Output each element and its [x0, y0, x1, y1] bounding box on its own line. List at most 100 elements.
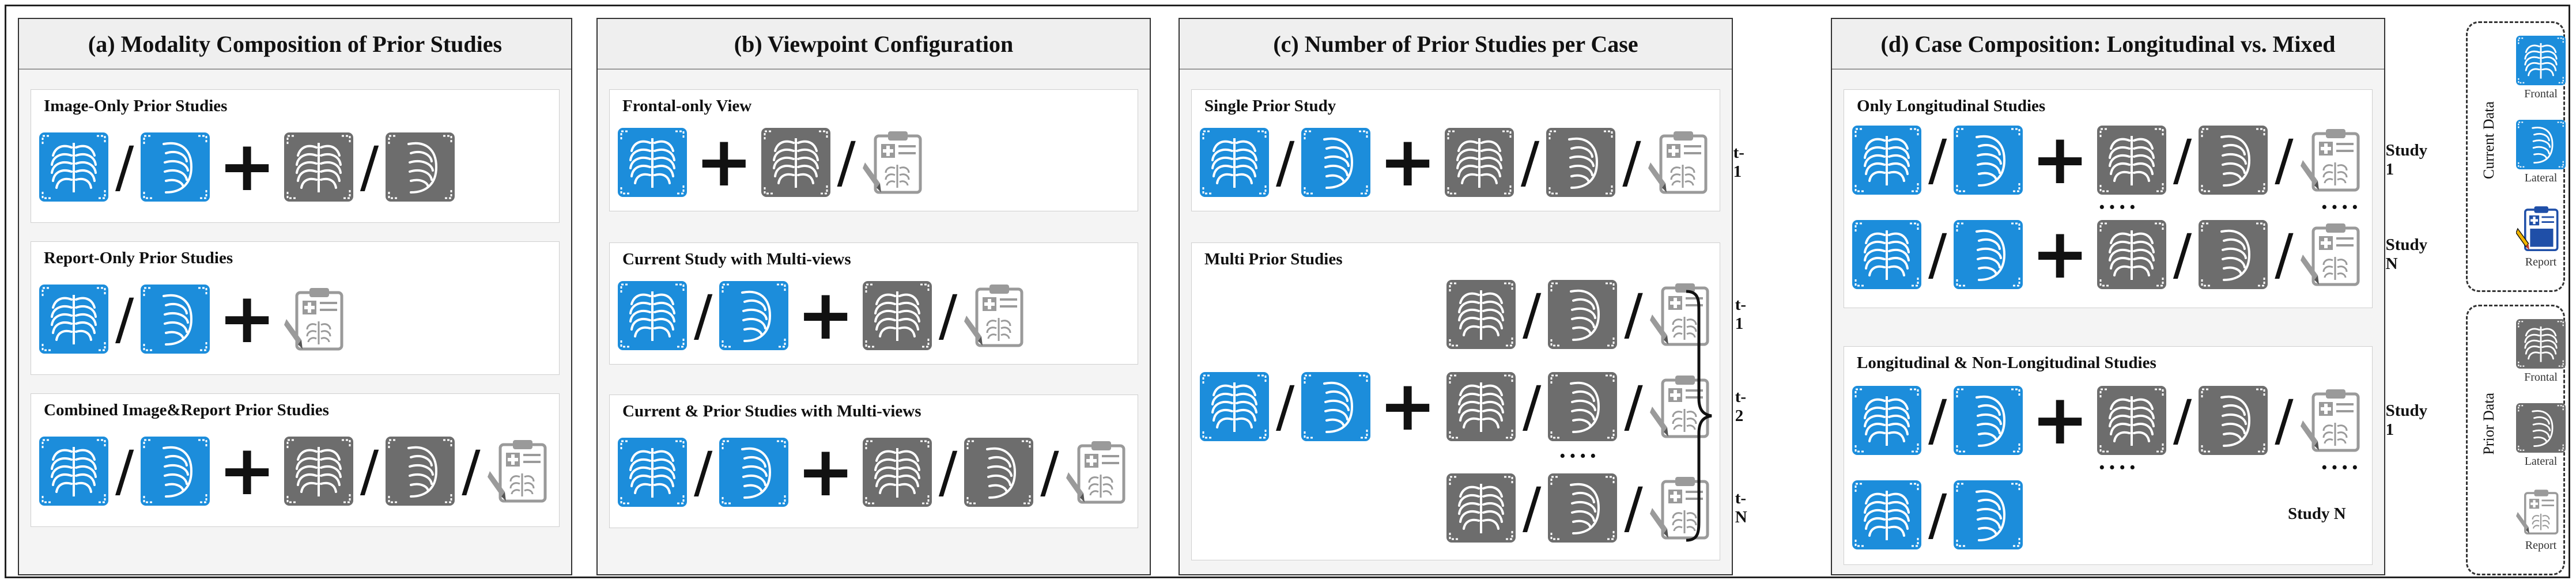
box-title: Current Study with Multi-views: [622, 250, 851, 268]
slash-symbol: /: [694, 440, 713, 505]
legend-caption: Report: [2525, 256, 2557, 268]
prior-frontal-xray-icon: [761, 128, 830, 197]
timepoint-label: t-1: [1735, 295, 1747, 333]
current-lateral-xray-icon: [141, 437, 210, 506]
slash-symbol: /: [837, 130, 856, 195]
prior-frontal-xray-icon: [1446, 473, 1516, 543]
current-frontal-xray-icon: [1852, 220, 1921, 289]
prior-lateral-xray-icon: [964, 438, 1034, 507]
current-lateral-xray-icon: [141, 132, 210, 202]
ellipsis: ····: [2320, 193, 2361, 221]
current-frontal-xray-icon: [618, 281, 687, 350]
slash-symbol: /: [1520, 130, 1540, 195]
box-title: Single Prior Study: [1204, 97, 1336, 115]
slash-symbol: /: [1276, 374, 1295, 439]
slash-symbol: /: [2173, 388, 2192, 453]
current-data-legend: Current Data Frontal Lateral Report: [2466, 21, 2566, 292]
current-frontal-xray-icon: [1200, 128, 1269, 197]
slash-symbol: /: [938, 440, 958, 505]
slash-symbol: /: [1622, 130, 1641, 195]
current-frontal-xray-icon: [618, 128, 687, 197]
prior-lateral-xray-icon: [2199, 126, 2268, 195]
prior-lateral-xray-icon: [2199, 220, 2268, 289]
ellipsis: ····: [2098, 453, 2139, 481]
legend-lateral-xray-icon: [2516, 403, 2566, 453]
slash-symbol: /: [2275, 388, 2294, 453]
multi-prior-box: Multi Prior Studies / + / / t-1 / / t-2 …: [1191, 242, 1747, 560]
current-frontal-xray-icon: [1852, 480, 1921, 549]
legend-frontal-xray-icon: [2516, 36, 2566, 85]
current-frontal-xray-icon: [1852, 126, 1921, 195]
prior-frontal-xray-icon: [862, 281, 932, 350]
report-only-box: Report-Only Prior Studies / +: [31, 241, 560, 375]
current-multiview-box: Current Study with Multi-views / + /: [609, 242, 1138, 365]
prior-report-clipboard-icon: [1066, 438, 1135, 507]
box-title: Image-Only Prior Studies: [44, 97, 228, 115]
plus-symbol: +: [796, 432, 855, 512]
current-lateral-xray-icon: [719, 438, 789, 507]
slash-symbol: /: [1928, 222, 1947, 287]
plus-symbol: +: [2031, 380, 2089, 460]
current-frontal-xray-icon: [1852, 386, 1921, 455]
prior-frontal-xray-icon: [2097, 126, 2166, 195]
legend-lateral-xray-icon: [2516, 120, 2566, 169]
prior-report-clipboard-icon: [1648, 128, 1717, 197]
legend-caption: Lateral: [2524, 455, 2558, 468]
slash-symbol: /: [1624, 374, 1643, 439]
figure-frame: (a) Modality Composition of Prior Studie…: [5, 5, 2570, 578]
slash-symbol: /: [2275, 222, 2294, 287]
study-label: Study 1: [2385, 141, 2428, 179]
current-lateral-xray-icon: [1954, 220, 2023, 289]
current-lateral-xray-icon: [1301, 372, 1371, 441]
legend-report-icon: [2515, 487, 2566, 537]
longitudinal-and-non-longitudinal-box: Longitudinal & Non-Longitudinal Studies …: [1844, 346, 2427, 565]
legend-title: Current Data: [2480, 101, 2497, 180]
prior-report-clipboard-icon: [2301, 386, 2370, 455]
single-prior-box: Single Prior Study / + / / t-1: [1191, 89, 1744, 211]
plus-symbol: +: [218, 431, 276, 511]
current-frontal-xray-icon: [618, 438, 687, 507]
prior-report-clipboard-icon: [488, 437, 557, 506]
frontal-only-box: Frontal-only View + /: [609, 89, 1138, 211]
prior-report-clipboard-icon: [284, 285, 353, 354]
legend-caption: Frontal: [2524, 371, 2558, 384]
prior-frontal-xray-icon: [284, 132, 353, 202]
slash-symbol: /: [1040, 440, 1059, 505]
slash-symbol: /: [360, 439, 379, 503]
slash-symbol: /: [2173, 128, 2192, 192]
slash-symbol: /: [360, 135, 379, 199]
ellipsis: ····: [2098, 193, 2139, 221]
legend-title: Prior Data: [2480, 393, 2497, 455]
panel-title: (b) Viewpoint Configuration: [598, 19, 1150, 70]
slash-symbol: /: [694, 283, 713, 348]
prior-lateral-xray-icon: [1548, 280, 1618, 349]
slash-symbol: /: [938, 283, 958, 348]
current-frontal-xray-icon: [39, 437, 108, 506]
panel-number-of-prior-studies: (c) Number of Prior Studies per Case Sin…: [1179, 18, 1747, 575]
plus-symbol: +: [218, 127, 276, 207]
box-title: Report-Only Prior Studies: [44, 249, 233, 267]
slash-symbol: /: [1928, 483, 1947, 547]
image-only-box: Image-Only Prior Studies / + /: [31, 89, 560, 223]
current-frontal-xray-icon: [1200, 372, 1269, 441]
box-title: Frontal-only View: [622, 97, 752, 115]
current-lateral-xray-icon: [141, 285, 210, 354]
prior-lateral-xray-icon: [386, 437, 455, 506]
prior-frontal-xray-icon: [1446, 372, 1516, 441]
only-longitudinal-box: Only Longitudinal Studies / + / / Study …: [1844, 89, 2427, 308]
prior-lateral-xray-icon: [1546, 128, 1616, 197]
timepoint-label: t-N: [1735, 489, 1747, 526]
ellipsis: ····: [2320, 453, 2361, 481]
current-frontal-xray-icon: [39, 132, 108, 202]
slash-symbol: /: [115, 439, 134, 503]
panel-title: (a) Modality Composition of Prior Studie…: [19, 19, 571, 70]
current-frontal-xray-icon: [39, 285, 108, 354]
legend-frontal-xray-icon: [2516, 319, 2566, 369]
curly-brace: [1686, 290, 1712, 542]
legend-caption: Report: [2525, 539, 2557, 552]
ellipsis: ····: [1558, 442, 1599, 470]
prior-frontal-xray-icon: [1446, 280, 1516, 349]
prior-frontal-xray-icon: [2097, 220, 2166, 289]
box-title: Only Longitudinal Studies: [1857, 97, 2046, 115]
study-label: Study N: [2385, 236, 2428, 273]
